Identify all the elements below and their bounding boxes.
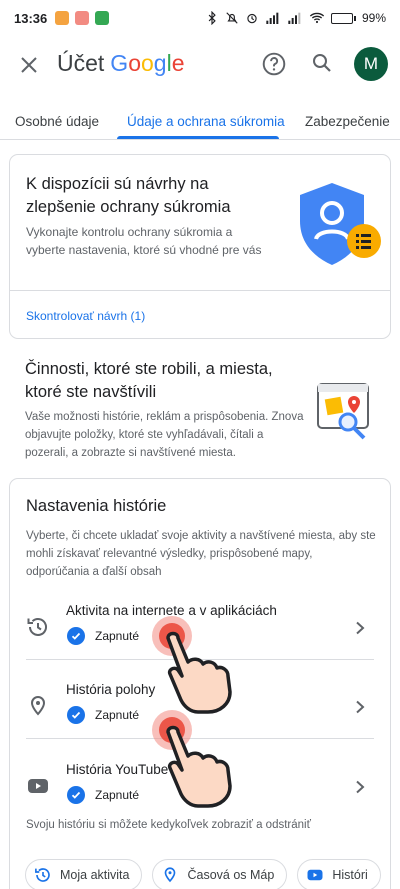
close-button[interactable] (16, 52, 42, 78)
row-status: Zapnuté (95, 708, 140, 722)
activity-section: Činnosti, ktoré ste robili, a miesta, kt… (9, 354, 391, 464)
history-heading: Nastavenia histórie (26, 497, 167, 515)
history-note: Svoju históriu si môžete kedykoľvek zobr… (26, 819, 311, 831)
my-activity-chip[interactable]: Moja aktivita (25, 859, 143, 889)
mute-bell-icon (226, 12, 238, 24)
notification-app-icon (95, 11, 110, 25)
chip-label: Moja aktivita (60, 868, 130, 882)
history-icon (35, 868, 50, 882)
notification-app-icon (55, 11, 70, 25)
google-logo: Google (110, 50, 185, 76)
battery-icon (330, 12, 356, 24)
tab-personal-info[interactable]: Osobné údaje (15, 114, 99, 129)
location-pin-icon (165, 867, 176, 883)
youtube-icon (28, 779, 48, 793)
privacy-suggestion-card: K dispozícii sú návrhy na zlepšenie ochr… (9, 154, 391, 339)
chip-label: Časová os Máp (187, 868, 275, 882)
wifi-icon (309, 12, 325, 24)
checked-icon (67, 627, 85, 645)
quick-links: Moja aktivita Časová os Máp Históri (25, 859, 381, 889)
search-icon (313, 54, 331, 72)
chevron-right-icon (356, 621, 365, 635)
active-tab-indicator (117, 136, 279, 139)
title-prefix: Účet (57, 50, 105, 76)
chip-label: Históri (332, 868, 368, 882)
avatar[interactable]: M (354, 47, 388, 81)
chevron-right-icon (356, 700, 365, 714)
card-divider (10, 290, 390, 291)
youtube-history-chip[interactable]: Históri (297, 859, 381, 889)
tap-gesture-icon (152, 616, 232, 714)
privacy-card-heading: K dispozícii sú návrhy na zlepšenie ochr… (26, 175, 231, 216)
app-bar: Účet Google M (0, 36, 400, 94)
history-description: Vyberte, či chcete ukladať svoje aktivit… (26, 530, 376, 578)
privacy-shield-icon (300, 183, 381, 265)
privacy-card-description: Vykonajte kontrolu ochrany súkromia a vy… (26, 225, 262, 257)
row-status: Zapnuté (95, 629, 140, 643)
row-label: História polohy (66, 682, 156, 697)
tab-bar: Osobné údaje Údaje a ochrana súkromia Za… (0, 94, 400, 140)
close-icon (21, 57, 37, 73)
bluetooth-icon (208, 11, 216, 25)
search-button[interactable] (310, 51, 336, 77)
checked-icon (67, 706, 85, 724)
signal-icon (288, 12, 301, 24)
help-button[interactable] (261, 51, 287, 77)
youtube-icon (307, 869, 323, 881)
maps-timeline-chip[interactable]: Časová os Máp (152, 859, 288, 889)
history-icon (27, 618, 47, 636)
chevron-right-icon (356, 780, 365, 794)
status-time: 13:36 (14, 10, 48, 26)
status-bar: 13:36 99% (0, 0, 400, 36)
help-icon (262, 52, 286, 76)
tab-security[interactable]: Zabezpečenie (305, 114, 390, 129)
location-pin-icon (30, 695, 46, 716)
page-title: Účet Google (57, 50, 185, 77)
review-suggestion-link[interactable]: Skontrolovať návrh (1) (26, 309, 145, 323)
checked-icon (67, 786, 85, 804)
notification-app-icon (75, 11, 90, 25)
tab-data-privacy[interactable]: Údaje a ochrana súkromia (127, 114, 285, 129)
battery-percent: 99% (361, 11, 386, 25)
signal-icon (266, 12, 279, 24)
activity-description: Vaše možnosti histórie, reklám a prispôs… (25, 411, 304, 459)
status-icons: 99% (205, 11, 386, 25)
alarm-icon (247, 13, 257, 24)
activity-heading: Činnosti, ktoré ste robili, a miesta, kt… (25, 360, 273, 401)
activity-illustration-icon (317, 383, 369, 440)
row-status: Zapnuté (95, 788, 140, 802)
tap-gesture-icon (152, 710, 232, 808)
